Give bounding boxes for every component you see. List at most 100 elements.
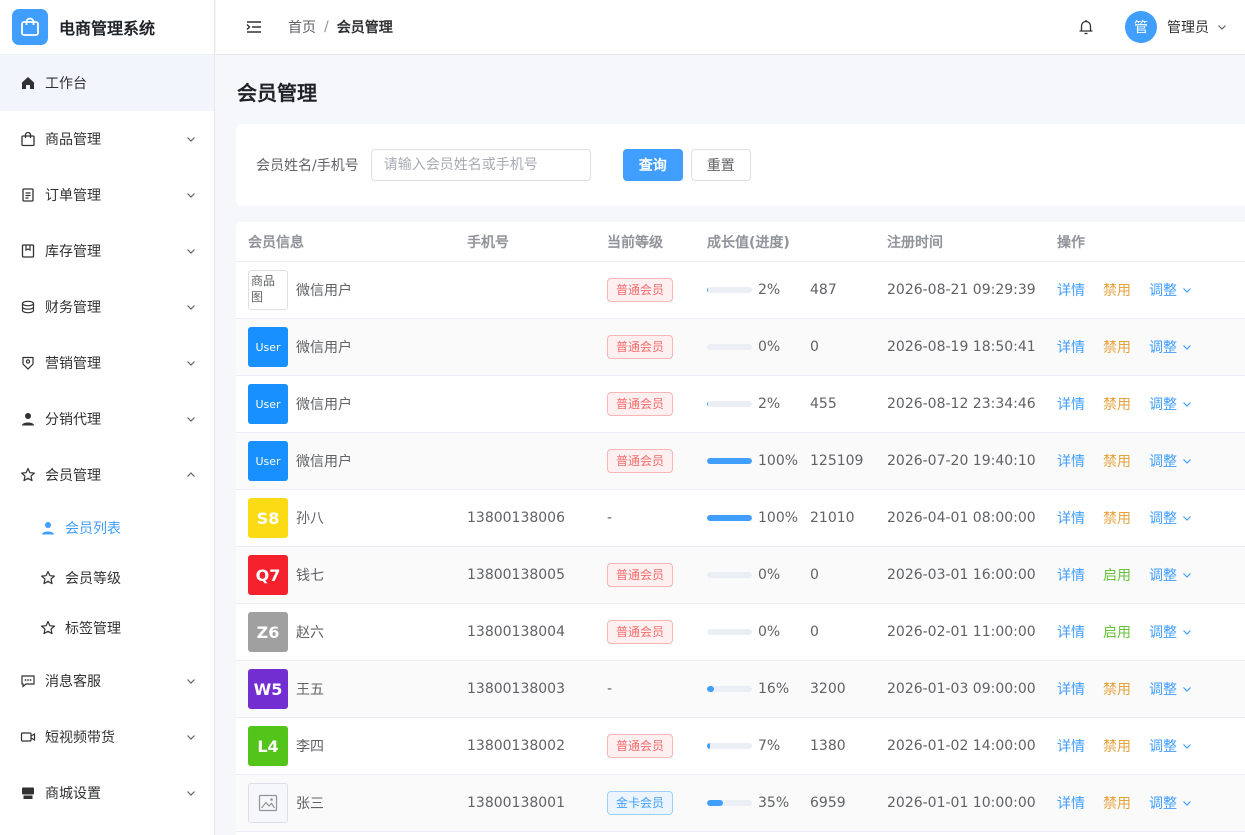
sidebar-subitem-label: 标签管理 <box>65 621 121 637</box>
chevron-down-icon <box>186 788 196 798</box>
progress-fill <box>707 515 752 521</box>
growth-cell: 16% 3200 <box>695 681 875 697</box>
avatar[interactable]: 管 <box>1125 11 1157 43</box>
search-label: 会员姓名/手机号 <box>256 158 359 174</box>
growth-value: 487 <box>810 282 837 298</box>
table-header: 会员信息 手机号 当前等级 成长值(进度) 注册时间 操作 <box>236 222 1245 262</box>
box-icon <box>20 243 36 259</box>
detail-button[interactable]: 详情 <box>1057 622 1085 642</box>
sidebar-subitem-tags[interactable]: 标签管理 <box>0 603 214 653</box>
progress-percent: 0% <box>758 624 781 640</box>
detail-button[interactable]: 详情 <box>1057 565 1085 585</box>
disable-button[interactable]: 禁用 <box>1103 508 1131 528</box>
member-info-cell: 商品图 微信用户 <box>236 270 455 310</box>
growth-cell: 2% 487 <box>695 282 875 298</box>
avatar: User <box>248 384 288 424</box>
chevron-down-icon <box>1182 513 1192 523</box>
adjust-label: 调整 <box>1149 796 1177 812</box>
chevron-down-icon <box>186 134 196 144</box>
level-tag: 普通会员 <box>607 335 674 359</box>
avatar: Z6 <box>248 612 288 652</box>
sidebar-item-short-video[interactable]: 短视频带货 <box>0 709 214 765</box>
disable-button[interactable]: 禁用 <box>1103 280 1131 300</box>
detail-button[interactable]: 详情 <box>1057 280 1085 300</box>
growth-cell: 7% 1380 <box>695 738 875 754</box>
adjust-dropdown[interactable]: 调整 <box>1149 394 1192 414</box>
detail-button[interactable]: 详情 <box>1057 736 1085 756</box>
detail-button[interactable]: 详情 <box>1057 508 1085 528</box>
sidebar-item-inventory[interactable]: 库存管理 <box>0 223 214 279</box>
member-info-cell: User 微信用户 <box>236 384 455 424</box>
shopping-bag-logo-icon <box>12 9 48 45</box>
level-cell: 普通会员 <box>595 449 695 473</box>
detail-button[interactable]: 详情 <box>1057 451 1085 471</box>
progress-bar <box>707 743 752 749</box>
detail-button[interactable]: 详情 <box>1057 679 1085 699</box>
detail-button[interactable]: 详情 <box>1057 337 1085 357</box>
disable-button[interactable]: 禁用 <box>1103 451 1131 471</box>
sidebar-item-products[interactable]: 商品管理 <box>0 111 214 167</box>
sidebar-item-members[interactable]: 会员管理 <box>0 447 214 503</box>
level-cell: - <box>595 510 695 526</box>
adjust-dropdown[interactable]: 调整 <box>1149 679 1192 699</box>
sidebar-item-shop-settings[interactable]: 商城设置 <box>0 765 214 821</box>
shopping-bag-icon <box>20 131 36 147</box>
sidebar-subitem-member-levels[interactable]: 会员等级 <box>0 553 214 603</box>
detail-button[interactable]: 详情 <box>1057 793 1085 813</box>
bell-icon[interactable] <box>1077 18 1095 36</box>
actions-cell: 详情 禁用 调整 <box>1045 679 1245 699</box>
member-info-cell: S8 孙八 <box>236 498 455 538</box>
progress-fill <box>707 401 709 407</box>
level-cell: 普通会员 <box>595 563 695 587</box>
chevron-down-icon <box>1182 627 1192 637</box>
enable-button[interactable]: 启用 <box>1103 565 1131 585</box>
chevron-down-icon <box>1182 570 1192 580</box>
adjust-dropdown[interactable]: 调整 <box>1149 337 1192 357</box>
adjust-dropdown[interactable]: 调整 <box>1149 451 1192 471</box>
member-info-cell: W5 王五 <box>236 669 455 709</box>
table-row: Q7 钱七 13800138005 普通会员 0% 0 2026-03-01 16:00:0… <box>236 547 1245 604</box>
column-header-member-info: 会员信息 <box>248 234 304 251</box>
adjust-dropdown[interactable]: 调整 <box>1149 793 1192 813</box>
query-button[interactable]: 查询 <box>622 149 683 181</box>
user-name[interactable]: 管理员 <box>1167 17 1209 37</box>
sidebar-item-marketing[interactable]: 营销管理 <box>0 335 214 391</box>
adjust-dropdown[interactable]: 调整 <box>1149 622 1192 642</box>
chevron-down-icon <box>1182 342 1192 352</box>
reset-button[interactable]: 重置 <box>690 149 751 181</box>
chevron-down-icon[interactable] <box>1217 22 1227 32</box>
chevron-down-icon <box>1182 456 1192 466</box>
home-icon <box>20 75 36 91</box>
table-row: User 微信用户 普通会员 100% 125109 2026-07-20 19:40:1… <box>236 433 1245 490</box>
search-input[interactable] <box>370 149 591 181</box>
adjust-dropdown[interactable]: 调整 <box>1149 280 1192 300</box>
growth-cell: 100% 125109 <box>695 453 875 469</box>
sidebar-item-dashboard[interactable]: 工作台 <box>0 55 214 111</box>
disable-button[interactable]: 禁用 <box>1103 793 1131 813</box>
adjust-label: 调整 <box>1149 682 1177 698</box>
adjust-dropdown[interactable]: 调整 <box>1149 565 1192 585</box>
growth-value: 125109 <box>810 453 864 469</box>
breadcrumb-home[interactable]: 首页 <box>288 17 316 37</box>
sidebar-item-distribution[interactable]: 分销代理 <box>0 391 214 447</box>
member-info-cell: Q7 钱七 <box>236 555 455 595</box>
sidebar-item-finance[interactable]: 财务管理 <box>0 279 214 335</box>
disable-button[interactable]: 禁用 <box>1103 736 1131 756</box>
actions-cell: 详情 禁用 调整 <box>1045 793 1245 813</box>
progress-bar <box>707 629 752 635</box>
disable-button[interactable]: 禁用 <box>1103 679 1131 699</box>
menu-fold-icon[interactable] <box>246 20 262 34</box>
adjust-dropdown[interactable]: 调整 <box>1149 736 1192 756</box>
sidebar-item-messages[interactable]: 消息客服 <box>0 653 214 709</box>
level-text: - <box>607 681 613 697</box>
disable-button[interactable]: 禁用 <box>1103 337 1131 357</box>
disable-button[interactable]: 禁用 <box>1103 394 1131 414</box>
growth-cell: 0% 0 <box>695 624 875 640</box>
level-cell: 普通会员 <box>595 335 695 359</box>
member-name: 赵六 <box>296 625 324 641</box>
sidebar-subitem-member-list[interactable]: 会员列表 <box>0 503 214 553</box>
sidebar-item-orders[interactable]: 订单管理 <box>0 167 214 223</box>
detail-button[interactable]: 详情 <box>1057 394 1085 414</box>
adjust-dropdown[interactable]: 调整 <box>1149 508 1192 528</box>
enable-button[interactable]: 启用 <box>1103 622 1131 642</box>
